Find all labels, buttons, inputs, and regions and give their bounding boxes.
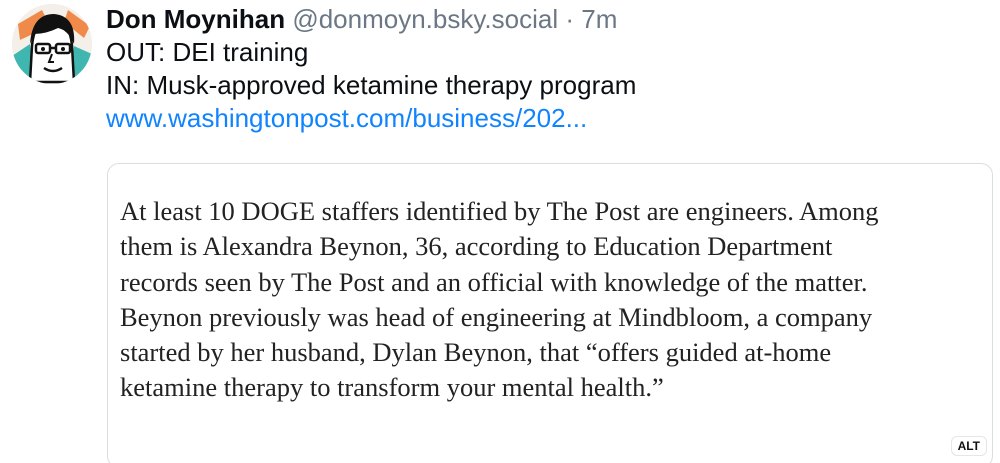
cartoon-face-icon [12, 4, 92, 84]
quote-line: started by her husband, Dylan Beynon, th… [120, 337, 832, 368]
quote-line: ketamine therapy to transform your menta… [120, 372, 664, 403]
separator-dot: · [565, 4, 575, 34]
bluesky-post: Don Moynihan @donmoyn.bsky.social · 7m O… [0, 0, 1000, 463]
quoted-article-text: At least 10 DOGE staffers identified by … [120, 194, 879, 406]
post-content: Don Moynihan @donmoyn.bsky.social · 7m O… [106, 2, 990, 135]
post-text-line: IN: Musk-approved ketamine therapy progr… [106, 70, 637, 100]
avatar[interactable] [12, 4, 92, 84]
post-timestamp[interactable]: 7m [581, 4, 617, 34]
post-link[interactable]: www.washingtonpost.com/business/202... [106, 103, 587, 133]
author-name[interactable]: Don Moynihan [106, 4, 285, 34]
post-header: Don Moynihan @donmoyn.bsky.social · 7m [106, 2, 990, 36]
quote-line: At least 10 DOGE staffers identified by … [120, 196, 879, 226]
author-handle[interactable]: @donmoyn.bsky.social [292, 4, 558, 34]
embedded-image-card[interactable]: At least 10 DOGE staffers identified by … [107, 163, 993, 463]
quote-line: them is Alexandra Beynon, 36, according … [120, 231, 833, 262]
quote-line: records seen by The Post and an official… [120, 266, 868, 297]
post-text-line: OUT: DEI training [106, 37, 309, 67]
post-link-line: www.washingtonpost.com/business/202... [106, 102, 990, 135]
alt-text-badge[interactable]: ALT [951, 437, 986, 455]
quote-line: Beynon previously was head of engineerin… [120, 301, 873, 332]
